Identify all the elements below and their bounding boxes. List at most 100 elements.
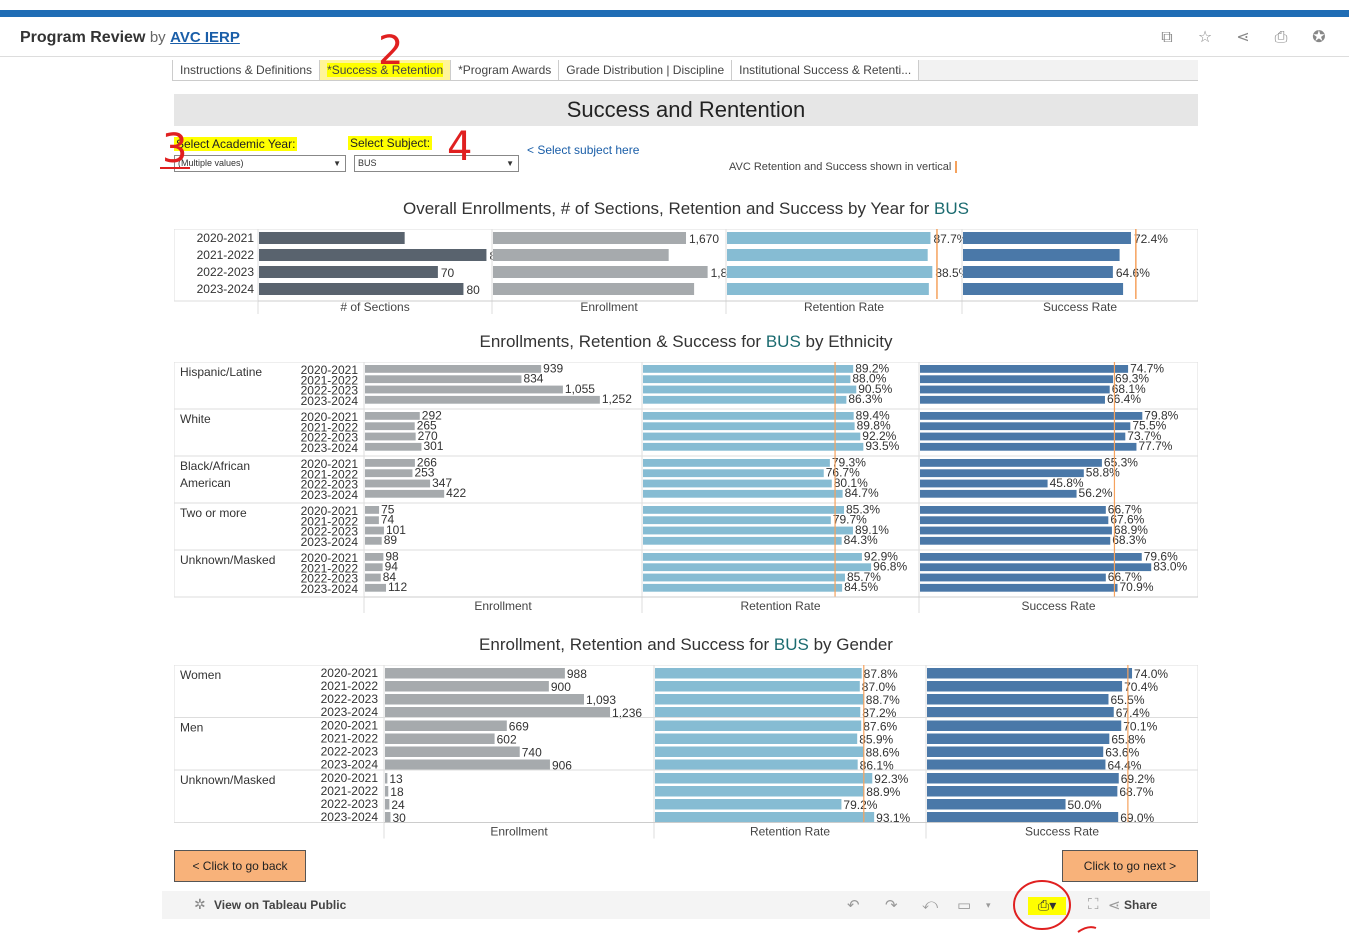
bar — [927, 812, 1119, 823]
fullscreen-icon[interactable]: ⛶ — [1088, 896, 1099, 913]
bar — [365, 536, 382, 545]
data-label: 79.2% — [843, 798, 877, 812]
academic-year-value: (Multiple values) — [178, 158, 244, 168]
reference-line-swatch — [955, 161, 958, 174]
pause-updates-icon[interactable]: ▭ — [957, 896, 971, 914]
bar — [963, 249, 1120, 261]
bar — [385, 720, 507, 731]
group-label: Men — [180, 721, 203, 735]
bar — [385, 733, 495, 744]
data-label: 80 — [466, 283, 480, 297]
bar — [920, 412, 1143, 420]
data-label: 602 — [497, 733, 517, 747]
bar — [920, 553, 1142, 561]
bar — [927, 759, 1106, 770]
bar — [493, 283, 695, 295]
data-label: 69.2% — [1121, 772, 1155, 786]
red-mark-5-annotation — [1077, 926, 1097, 933]
bar — [643, 506, 845, 514]
academic-year-dropdown[interactable]: (Multiple values) ▼ — [174, 155, 346, 172]
year-label: 2021-2022 — [321, 784, 379, 798]
bar — [643, 375, 851, 384]
axis-label: Success Rate — [1025, 825, 1099, 839]
data-label: 87.6% — [863, 720, 897, 734]
year-label: 2022-2023 — [321, 745, 379, 759]
bar — [365, 573, 381, 582]
data-label: 84.5% — [844, 580, 878, 594]
year-label: 2023-2024 — [321, 705, 379, 719]
data-label: 18 — [390, 785, 404, 799]
revert-icon[interactable]: ⤺ — [922, 896, 938, 913]
group-label: Black/African — [180, 459, 250, 473]
favorite-star-icon[interactable]: ☆ — [1195, 28, 1215, 48]
badge-icon[interactable]: ✪ — [1309, 28, 1329, 48]
year-label: 2022-2023 — [197, 265, 255, 279]
dashboard-title: Success and Rentention — [174, 94, 1198, 126]
bar — [365, 526, 384, 535]
bar — [365, 516, 379, 525]
header-divider — [0, 56, 1349, 57]
bar — [385, 812, 391, 823]
ethnicity-section-title: Enrollments, Retention & Success for BUS… — [174, 332, 1198, 352]
bar — [365, 442, 422, 451]
bar — [920, 365, 1129, 373]
bar — [365, 479, 431, 488]
bar — [655, 773, 873, 784]
bar — [927, 746, 1104, 757]
bar — [655, 759, 858, 770]
year-label: 2021-2022 — [197, 248, 255, 262]
bar — [920, 516, 1109, 525]
tab-institutional-success[interactable]: Institutional Success & Retenti... — [732, 60, 920, 80]
year-label: 2020-2021 — [321, 719, 379, 733]
share-footer-icon[interactable]: ⋖ — [1108, 896, 1121, 914]
bar — [643, 442, 864, 451]
by-label: by — [149, 29, 166, 46]
author-link[interactable]: AVC IERP — [170, 29, 240, 46]
subject-value: BUS — [358, 158, 377, 168]
bar — [727, 232, 931, 244]
data-label: 88.9% — [866, 785, 900, 799]
go-next-button[interactable]: Click to go next > — [1062, 850, 1198, 882]
data-label: 740 — [522, 746, 542, 760]
tab-instructions[interactable]: Instructions & Definitions — [172, 60, 321, 80]
axis-label: Enrollment — [490, 825, 548, 839]
tab-grade-distribution[interactable]: Grade Distribution | Discipline — [559, 60, 733, 80]
overall-title-subject: BUS — [934, 199, 970, 218]
year-label: 2021-2022 — [321, 679, 379, 693]
chevron-down-icon[interactable]: ▾ — [986, 900, 991, 911]
bar — [365, 412, 420, 420]
bar — [655, 746, 864, 757]
bar — [655, 720, 862, 731]
go-back-button[interactable]: < Click to go back — [174, 850, 306, 882]
redo-icon[interactable]: ↷ — [885, 896, 898, 914]
data-label: 68.3% — [1112, 533, 1146, 547]
bar — [927, 786, 1118, 797]
bar — [963, 283, 1124, 295]
bar — [365, 506, 380, 514]
data-label: 89 — [384, 533, 398, 547]
share-button[interactable]: Share — [1124, 898, 1157, 912]
bar — [920, 459, 1102, 467]
download-footer-icon[interactable]: ⎙▾ — [1038, 897, 1056, 914]
red-mark-3-annotation: 3 — [162, 126, 188, 172]
subject-label: Select Subject: — [348, 136, 433, 150]
bar — [643, 385, 857, 394]
year-label: 2023-2024 — [321, 758, 379, 772]
download-icon[interactable]: ⎙ — [1271, 28, 1291, 48]
data-label: 50.0% — [1068, 798, 1102, 812]
bar — [927, 733, 1110, 744]
overall-section-title: Overall Enrollments, # of Sections, Rete… — [174, 199, 1198, 219]
undo-icon[interactable]: ↶ — [847, 896, 860, 914]
share-icon[interactable]: ⋖ — [1233, 28, 1253, 48]
year-label: 2023-2024 — [301, 535, 359, 549]
data-label: 88.6% — [866, 746, 900, 760]
axis-label: Enrollment — [474, 599, 532, 613]
bar — [643, 459, 830, 467]
view-on-tableau-link[interactable]: View on Tableau Public — [214, 898, 346, 912]
group-label: Two or more — [180, 506, 247, 520]
copy-icon[interactable]: ⧉ — [1157, 28, 1177, 48]
group-label: American — [180, 476, 231, 490]
data-label: 66.4% — [1107, 392, 1141, 406]
subject-dropdown[interactable]: BUS ▼ — [354, 155, 519, 172]
tab-program-awards[interactable]: *Program Awards — [451, 60, 560, 80]
